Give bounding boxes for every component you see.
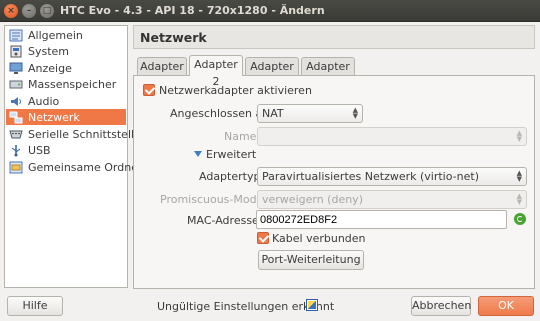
audio-icon: [9, 95, 23, 108]
tab-adapter-1[interactable]: Adapter 1: [137, 57, 187, 90]
sidebar-item-usb[interactable]: USB: [6, 142, 126, 158]
window-title: HTC Evo - 4.3 - API 18 - 720x1280 - Ände…: [60, 4, 325, 17]
combo-arrows-icon: ▲ ▼: [516, 129, 522, 143]
enable-adapter-checkbox[interactable]: [143, 84, 155, 96]
display-icon: [9, 62, 23, 75]
attached-to-select[interactable]: NAT ▲ ▼: [257, 104, 363, 123]
mac-address-label: MAC-Adresse:: [187, 214, 263, 227]
section-header: Netzwerk: [133, 25, 535, 49]
network-icon: [9, 111, 23, 124]
combo-arrows-icon: ▲ ▼: [516, 169, 522, 183]
sidebar-item-label: USB: [28, 143, 51, 157]
storage-icon: [9, 78, 23, 91]
system-icon: [9, 45, 23, 58]
tab-adapter-3[interactable]: Adapter 3: [245, 57, 299, 90]
minimize-window-button[interactable]: –: [22, 4, 36, 18]
adapter-type-label: Adaptertyp:: [199, 170, 265, 183]
sidebar-item-label: Audio: [28, 94, 60, 108]
sidebar-item-anzeige[interactable]: Anzeige: [6, 60, 126, 76]
mac-address-input[interactable]: [256, 210, 507, 229]
sidebar-item-label: Netzwerk: [28, 110, 80, 124]
shared-folder-icon: [9, 161, 23, 174]
regenerate-mac-icon[interactable]: [514, 213, 526, 225]
adapter-type-value: Paravirtualisiertes Netzwerk (virtio-net…: [262, 170, 479, 183]
tab-adapter-2[interactable]: Adapter 2: [189, 55, 243, 88]
settings-sidebar: Allgemein System Anzeige Massenspeicher …: [4, 25, 148, 288]
cable-connected-label: Kabel verbunden: [272, 232, 366, 245]
sidebar-item-label: Massenspeicher: [28, 77, 117, 91]
combo-arrows-icon: ▲ ▼: [516, 192, 522, 206]
usb-icon: [9, 144, 23, 157]
sidebar-item-label: System: [28, 44, 70, 58]
help-button[interactable]: Hilfe: [7, 296, 63, 316]
attached-to-value: NAT: [262, 107, 284, 120]
sidebar-item-netzwerk[interactable]: Netzwerk: [6, 109, 126, 125]
title-bar: × – □ HTC Evo - 4.3 - API 18 - 720x1280 …: [0, 0, 540, 22]
sidebar-item-audio[interactable]: Audio: [6, 93, 126, 109]
sidebar-item-label: Allgemein: [28, 28, 83, 42]
sidebar-item-label: Anzeige: [28, 61, 72, 75]
promiscuous-select[interactable]: verweigern (deny) ▲ ▼: [257, 190, 527, 209]
serial-icon: [9, 128, 23, 141]
sidebar-item-massenspeicher[interactable]: Massenspeicher: [6, 76, 126, 92]
cancel-button[interactable]: Abbrechen: [411, 296, 471, 316]
promiscuous-value: verweigern (deny): [262, 193, 363, 206]
sidebar-item-serielle-schnittstellen[interactable]: Serielle Schnittstellen: [6, 126, 148, 142]
maximize-window-button[interactable]: □: [40, 4, 54, 18]
name-label: Name:: [224, 130, 261, 143]
expander-arrow-icon[interactable]: [194, 151, 202, 157]
combo-arrows-icon: ▲ ▼: [352, 106, 358, 120]
port-forwarding-button[interactable]: Port-Weiterleitung: [258, 250, 364, 270]
ok-button[interactable]: OK: [478, 296, 534, 316]
sidebar-item-allgemein[interactable]: Allgemein: [6, 27, 126, 43]
advanced-expander-label[interactable]: Erweitert: [206, 148, 256, 161]
sidebar-item-system[interactable]: System: [6, 43, 126, 59]
sidebar-item-gemeinsame-ordner[interactable]: Gemeinsame Ordner: [6, 159, 143, 175]
tab-adapter-4[interactable]: Adapter 4: [301, 57, 355, 90]
cable-connected-checkbox[interactable]: [257, 232, 269, 244]
sidebar-item-label: Gemeinsame Ordner: [28, 160, 143, 174]
name-select[interactable]: ▲ ▼: [257, 127, 527, 146]
general-icon: [9, 29, 23, 42]
section-title: Netzwerk: [140, 30, 207, 45]
sidebar-item-label: Serielle Schnittstellen: [28, 127, 148, 141]
adapter-type-select[interactable]: Paravirtualisiertes Netzwerk (virtio-net…: [257, 167, 527, 186]
warning-icon[interactable]: [306, 299, 318, 311]
enable-adapter-label: Netzwerkadapter aktivieren: [159, 84, 312, 97]
close-window-button[interactable]: ×: [4, 4, 18, 18]
